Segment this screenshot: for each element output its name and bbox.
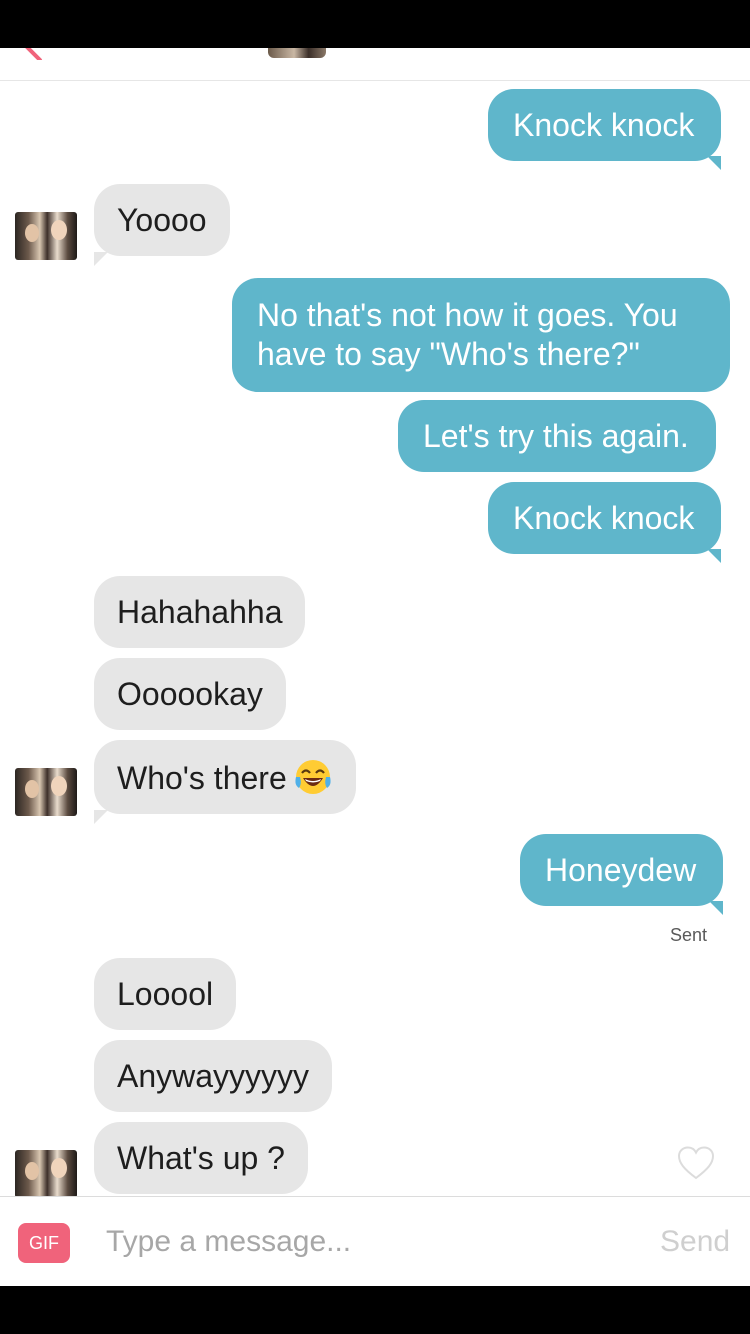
- status-bar: [0, 0, 750, 48]
- chat-header: [0, 48, 750, 81]
- message-incoming[interactable]: Looool: [94, 958, 237, 1030]
- send-button[interactable]: Send: [660, 1225, 730, 1259]
- message-input[interactable]: [106, 1219, 626, 1265]
- message-outgoing[interactable]: No that's not how it goes. You have to s…: [232, 278, 730, 392]
- message-incoming[interactable]: Yoooo: [94, 184, 230, 266]
- sent-status: Sent: [670, 925, 708, 945]
- home-indicator-bar: [0, 1286, 750, 1334]
- face-with-tears-of-joy-icon: [295, 760, 331, 794]
- message-incoming[interactable]: What's up ?: [94, 1122, 308, 1194]
- message-text: Yoooo: [117, 202, 207, 238]
- message-text: Knock knock: [513, 500, 695, 536]
- back-arrow-icon[interactable]: [20, 48, 46, 60]
- message-text: Who's there: [117, 760, 287, 796]
- message-incoming[interactable]: Oooookay: [94, 658, 286, 730]
- avatar[interactable]: [15, 1150, 77, 1198]
- message-text: Let's try this again.: [423, 418, 689, 454]
- message-composer: GIF Send: [0, 1196, 750, 1287]
- message-text: Honeydew: [545, 852, 697, 888]
- avatar[interactable]: [15, 768, 77, 816]
- message-text: Looool: [117, 976, 214, 1012]
- message-incoming[interactable]: Hahahahha: [94, 576, 306, 648]
- avatar[interactable]: [15, 212, 77, 260]
- message-incoming[interactable]: Who's there: [94, 740, 356, 824]
- message-outgoing[interactable]: Let's try this again.: [398, 400, 716, 472]
- message-text: No that's not how it goes. You have to s…: [257, 297, 678, 372]
- header-avatar[interactable]: [268, 48, 326, 58]
- heart-icon[interactable]: [676, 1145, 716, 1181]
- message-outgoing[interactable]: Knock knock: [488, 89, 722, 170]
- message-text: What's up ?: [117, 1140, 285, 1176]
- message-text: Hahahahha: [117, 594, 283, 630]
- message-outgoing[interactable]: Honeydew: [520, 834, 724, 915]
- gif-button[interactable]: GIF: [18, 1223, 70, 1263]
- message-text: Oooookay: [117, 676, 263, 712]
- message-incoming[interactable]: Anywayyyyyy: [94, 1040, 333, 1112]
- message-text: Anywayyyyyy: [117, 1058, 310, 1094]
- message-text: Knock knock: [513, 107, 695, 143]
- message-outgoing[interactable]: Knock knock: [488, 482, 722, 563]
